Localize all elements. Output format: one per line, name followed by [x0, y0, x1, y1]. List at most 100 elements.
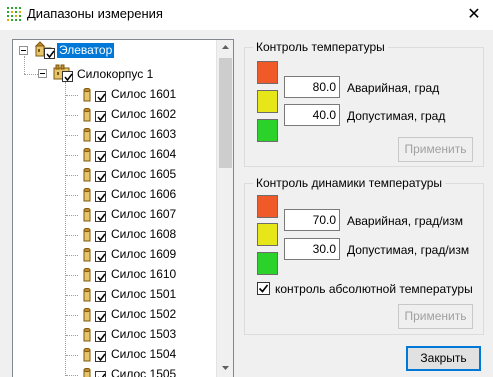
silo-icon: [83, 367, 91, 377]
dyn-alarm-color-swatch[interactable]: [257, 195, 278, 218]
close-window-button[interactable]: ✕: [455, 0, 493, 30]
dyn-allowed-color-swatch[interactable]: [257, 223, 278, 246]
tree-connector: [66, 295, 78, 296]
silo-checkbox[interactable]: [95, 191, 106, 202]
tree-connector: [66, 155, 78, 156]
silo-icon: [83, 107, 91, 122]
tree-connector: [24, 74, 38, 75]
tree-silo-label[interactable]: Силос 1602: [111, 107, 176, 122]
silo-checkbox[interactable]: [95, 171, 106, 182]
dyn-alarm-input[interactable]: 70.0: [284, 209, 340, 231]
silo-icon: [83, 147, 91, 162]
tree-silo-label[interactable]: Силос 1501: [111, 287, 176, 302]
tree-connector: [66, 335, 78, 336]
silo-icon: [83, 227, 91, 242]
tree-silo-label[interactable]: Силос 1609: [111, 247, 176, 262]
app-icon: [6, 6, 22, 22]
temp-allowed-input[interactable]: 40.0: [284, 104, 340, 126]
tree-silo-label[interactable]: Силос 1604: [111, 147, 176, 162]
tree-connector: [24, 56, 25, 74]
silo-checkbox[interactable]: [95, 111, 106, 122]
silo-checkbox[interactable]: [95, 231, 106, 242]
tree-silo-label[interactable]: Силос 1503: [111, 327, 176, 342]
tree-connector: [65, 82, 66, 377]
silo-icon: [83, 167, 91, 182]
tree-silo-label[interactable]: Силос 1607: [111, 207, 176, 222]
tree-connector: [66, 355, 78, 356]
tree-connector: [66, 195, 78, 196]
silo-checkbox[interactable]: [95, 351, 106, 362]
dyn-alarm-label: Аварийная, град/изм: [347, 214, 463, 228]
temperature-dynamics-title: Контроль динамики температуры: [253, 176, 446, 191]
tree-connector: [66, 235, 78, 236]
tree-silo-label[interactable]: Силос 1605: [111, 167, 176, 182]
corpus-collapse-icon[interactable]: [38, 69, 47, 78]
tree-connector: [66, 115, 78, 116]
dyn-allowed-label: Допустимая, град/изм: [347, 243, 470, 257]
temp-allowed-label: Допустимая, град: [347, 109, 446, 123]
close-button[interactable]: Закрыть: [406, 346, 481, 371]
abs-temperature-checkbox[interactable]: [257, 282, 270, 295]
tree-corpus-label[interactable]: Силокорпус 1: [77, 67, 153, 82]
dyn-normal-color-swatch[interactable]: [257, 252, 278, 275]
temperature-control-group: Контроль температуры 80.0 Аварийная, гра…: [244, 40, 484, 167]
scrollbar-thumb[interactable]: [219, 58, 232, 168]
tree-silo-label[interactable]: Силос 1610: [111, 267, 176, 282]
window-title: Диапазоны измерения: [27, 6, 163, 21]
scroll-down-arrow-icon[interactable]: [217, 361, 233, 377]
tree-connector: [66, 95, 78, 96]
normal-color-swatch[interactable]: [257, 119, 278, 142]
silo-checkbox[interactable]: [95, 331, 106, 342]
silo-icon: [83, 287, 91, 302]
silo-checkbox[interactable]: [95, 251, 106, 262]
tree-root-label[interactable]: Элеватор: [57, 43, 115, 58]
root-checkbox[interactable]: [44, 48, 55, 59]
silo-checkbox[interactable]: [95, 151, 106, 162]
alarm-color-swatch[interactable]: [257, 61, 278, 84]
tree-silo-label[interactable]: Силос 1606: [111, 187, 176, 202]
silo-checkbox[interactable]: [95, 271, 106, 282]
tree-silo-label[interactable]: Силос 1502: [111, 307, 176, 322]
tree-connector: [66, 255, 78, 256]
silo-checkbox[interactable]: [95, 131, 106, 142]
tree-connector: [66, 215, 78, 216]
tree-silo-label[interactable]: Силос 1608: [111, 227, 176, 242]
silo-icon: [83, 127, 91, 142]
corpus-checkbox[interactable]: [62, 71, 73, 82]
tree-silo-label[interactable]: Силос 1505: [111, 367, 176, 377]
title-bar: Диапазоны измерения ✕: [0, 0, 493, 30]
tree-connector: [66, 315, 78, 316]
dyn-allowed-input[interactable]: 30.0: [284, 238, 340, 260]
temperature-control-title: Контроль температуры: [253, 40, 388, 55]
scroll-up-arrow-icon[interactable]: [217, 40, 233, 57]
temp-alarm-input[interactable]: 80.0: [284, 76, 340, 98]
tree-silo-label[interactable]: Силос 1601: [111, 87, 176, 102]
silo-checkbox[interactable]: [95, 291, 106, 302]
object-tree[interactable]: Элеватор Силокорпус 1 Силос 1601 Силос 16…: [12, 39, 234, 377]
tree-vertical-scrollbar[interactable]: [216, 40, 233, 377]
tree-connector: [66, 375, 78, 376]
silo-checkbox[interactable]: [95, 371, 106, 377]
silo-icon: [83, 267, 91, 282]
tree-connector: [66, 175, 78, 176]
silo-icon: [83, 327, 91, 342]
temperature-dynamics-group: Контроль динамики температуры 70.0 Авари…: [244, 176, 484, 335]
silo-checkbox[interactable]: [95, 91, 106, 102]
temp-apply-button[interactable]: Применить: [398, 137, 473, 162]
temp-alarm-label: Аварийная, град: [347, 81, 440, 95]
silo-icon: [83, 187, 91, 202]
root-collapse-icon[interactable]: [19, 46, 28, 55]
abs-temperature-label: контроль абсолютной температуры: [275, 282, 473, 296]
silo-icon: [83, 207, 91, 222]
silo-checkbox[interactable]: [95, 311, 106, 322]
silo-icon: [83, 307, 91, 322]
silo-icon: [83, 347, 91, 362]
silo-checkbox[interactable]: [95, 211, 106, 222]
silo-icon: [83, 87, 91, 102]
tree-connector: [66, 135, 78, 136]
dyn-apply-button[interactable]: Применить: [398, 304, 473, 329]
tree-silo-label[interactable]: Силос 1603: [111, 127, 176, 142]
silo-icon: [83, 247, 91, 262]
allowed-color-swatch[interactable]: [257, 90, 278, 113]
tree-silo-label[interactable]: Силос 1504: [111, 347, 176, 362]
